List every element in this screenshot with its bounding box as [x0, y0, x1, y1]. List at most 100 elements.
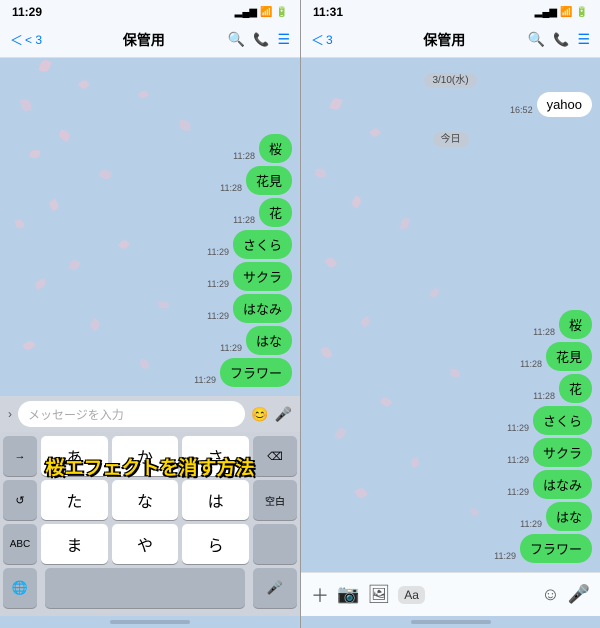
msg-bubble-4: さくら	[233, 230, 292, 259]
msg-time-2: 11:28	[220, 183, 242, 193]
right-msg-time-5: 11:29	[507, 455, 529, 465]
right-msg-bubble-1: 桜	[559, 310, 592, 339]
menu-icon[interactable]: ☰	[277, 31, 290, 48]
right-mic-icon[interactable]: 🎤	[568, 584, 590, 605]
phone-icon[interactable]: 📞	[253, 32, 269, 48]
right-signal-icon: ▂▄▆	[535, 7, 557, 18]
kb-row-0: → あ か さ ⌫	[3, 436, 297, 476]
right-nav-icons: 🔍 📞 ☰	[528, 31, 590, 48]
right-msg-time-6: 11:29	[507, 487, 529, 497]
msg-time-6: 11:29	[207, 311, 229, 321]
right-wifi-icon: 📶	[560, 7, 572, 18]
msg-row-1: 11:28 桜	[8, 134, 292, 163]
right-search-icon[interactable]: 🔍	[528, 31, 545, 48]
yahoo-msg-time: 16:52	[510, 105, 533, 115]
right-back-chevron: ＜	[311, 30, 324, 49]
right-msg-bubble-8: フラワー	[520, 534, 592, 563]
right-home-indicator	[411, 620, 491, 624]
left-chat-area: 11:28 桜 11:28 花見 11:28 花 11:29 さくら 11:29…	[0, 58, 300, 396]
left-input-area: › メッセージを入力 😊 🎤	[0, 396, 300, 432]
input-expand-icon[interactable]: ›	[8, 407, 12, 421]
right-back-count: 3	[326, 33, 333, 47]
msg-bubble-3: 花	[259, 198, 292, 227]
msg-bubble-8: フラワー	[220, 358, 292, 387]
right-plus-icon[interactable]: ＋	[311, 582, 329, 608]
yahoo-msg-bubble: yahoo	[537, 92, 592, 117]
right-msg-row-6: 11:29 はなみ	[309, 470, 592, 499]
left-message-input[interactable]: メッセージを入力	[18, 401, 245, 427]
kb-a-key[interactable]: あ	[41, 436, 108, 476]
kb-arrow-key[interactable]: →	[3, 436, 37, 476]
right-battery-icon: 🔋	[576, 7, 588, 18]
date-badge-text: 3/10(水)	[424, 73, 476, 88]
kb-ya-key[interactable]: や	[112, 524, 179, 564]
right-back-button[interactable]: ＜ 3	[311, 30, 361, 49]
left-status-bar: 11:29 ▂▄▆ 📶 🔋	[0, 0, 300, 22]
right-emoji-icon[interactable]: ☺	[541, 584, 559, 605]
kb-delete-key[interactable]: ⌫	[253, 436, 297, 476]
kb-sa-key[interactable]: さ	[182, 436, 249, 476]
aa-label: Aa	[398, 586, 425, 604]
right-msg-row-4: 11:29 さくら	[309, 406, 592, 435]
left-back-count: < 3	[25, 33, 42, 47]
right-camera-icon[interactable]: 📷	[337, 584, 359, 605]
kb-ta-key[interactable]: た	[41, 480, 108, 520]
msg-bubble-2: 花見	[246, 166, 292, 195]
kb-space-key[interactable]: 空白	[253, 480, 297, 520]
msg-row-4: 11:29 さくら	[8, 230, 292, 259]
msg-row-7: 11:29 はな	[8, 326, 292, 355]
kb-ra-key[interactable]: ら	[182, 524, 249, 564]
input-mic-icon[interactable]: 🎤	[275, 406, 292, 423]
right-msg-bubble-6: はなみ	[533, 470, 592, 499]
signal-icon: ▂▄▆	[235, 7, 257, 18]
kb-undo-key[interactable]: ↺	[3, 480, 37, 520]
msg-time-5: 11:29	[207, 279, 229, 289]
right-menu-icon[interactable]: ☰	[577, 31, 590, 48]
right-msg-row-3: 11:28 花	[309, 374, 592, 403]
right-msg-time-2: 11:28	[520, 359, 542, 369]
yahoo-msg-row: 16:52 yahoo	[309, 92, 592, 117]
left-phone: 11:29 ▂▄▆ 📶 🔋 ＜ < 3 保管用 🔍 📞 ☰ 11:28 桜 11…	[0, 0, 300, 628]
right-msg-row-7: 11:29 はな	[309, 502, 592, 531]
right-status-time: 11:31	[313, 5, 343, 19]
right-status-bar: 11:31 ▂▄▆ 📶 🔋	[301, 0, 600, 22]
kb-enter-key[interactable]	[253, 524, 297, 564]
msg-time-3: 11:28	[233, 215, 255, 225]
left-nav-bar: ＜ < 3 保管用 🔍 📞 ☰	[0, 22, 300, 58]
today-badge: 今日	[309, 129, 592, 147]
right-msg-time-8: 11:29	[494, 551, 516, 561]
kb-spacebar[interactable]	[45, 568, 245, 608]
msg-row-6: 11:29 はなみ	[8, 294, 292, 323]
right-msg-time-3: 11:28	[533, 391, 555, 401]
kb-ma-key[interactable]: ま	[41, 524, 108, 564]
kb-row-2: ABC ま や ら	[3, 524, 297, 564]
left-nav-icons: 🔍 📞 ☰	[228, 31, 290, 48]
search-icon[interactable]: 🔍	[228, 31, 245, 48]
left-home-indicator	[110, 620, 190, 624]
right-aa-input[interactable]: Aa	[398, 586, 533, 604]
left-back-button[interactable]: ＜ < 3	[10, 30, 60, 49]
kb-ka-key[interactable]: か	[112, 436, 179, 476]
msg-row-3: 11:28 花	[8, 198, 292, 227]
right-msg-bubble-2: 花見	[546, 342, 592, 371]
right-phone-icon[interactable]: 📞	[553, 32, 569, 48]
kb-abc-key[interactable]: ABC	[3, 524, 37, 564]
kb-ha-key[interactable]: は	[182, 480, 249, 520]
right-image-icon[interactable]: 🖼	[367, 584, 390, 605]
kb-na-key[interactable]: な	[112, 480, 179, 520]
right-msg-bubble-3: 花	[559, 374, 592, 403]
msg-row-8: 11:29 フラワー	[8, 358, 292, 387]
msg-bubble-7: はな	[246, 326, 292, 355]
kb-mic-bottom-key[interactable]: 🎤	[253, 568, 297, 608]
right-msg-bubble-7: はな	[546, 502, 592, 531]
right-msg-row-1: 11:28 桜	[309, 310, 592, 339]
right-phone: 11:31 ▂▄▆ 📶 🔋 ＜ 3 保管用 🔍 📞 ☰ 3/10(水) 16:5…	[300, 0, 600, 628]
msg-row-2: 11:28 花見	[8, 166, 292, 195]
right-msg-time-7: 11:29	[520, 519, 542, 529]
left-back-chevron: ＜	[10, 30, 23, 49]
left-status-time: 11:29	[12, 5, 42, 19]
right-bottom-toolbar: ＋ 📷 🖼 Aa ☺ 🎤	[301, 572, 600, 616]
date-badge: 3/10(水)	[309, 70, 592, 88]
kb-globe-key[interactable]: 🌐	[3, 568, 37, 608]
input-emoji-icon[interactable]: 😊	[251, 406, 268, 423]
